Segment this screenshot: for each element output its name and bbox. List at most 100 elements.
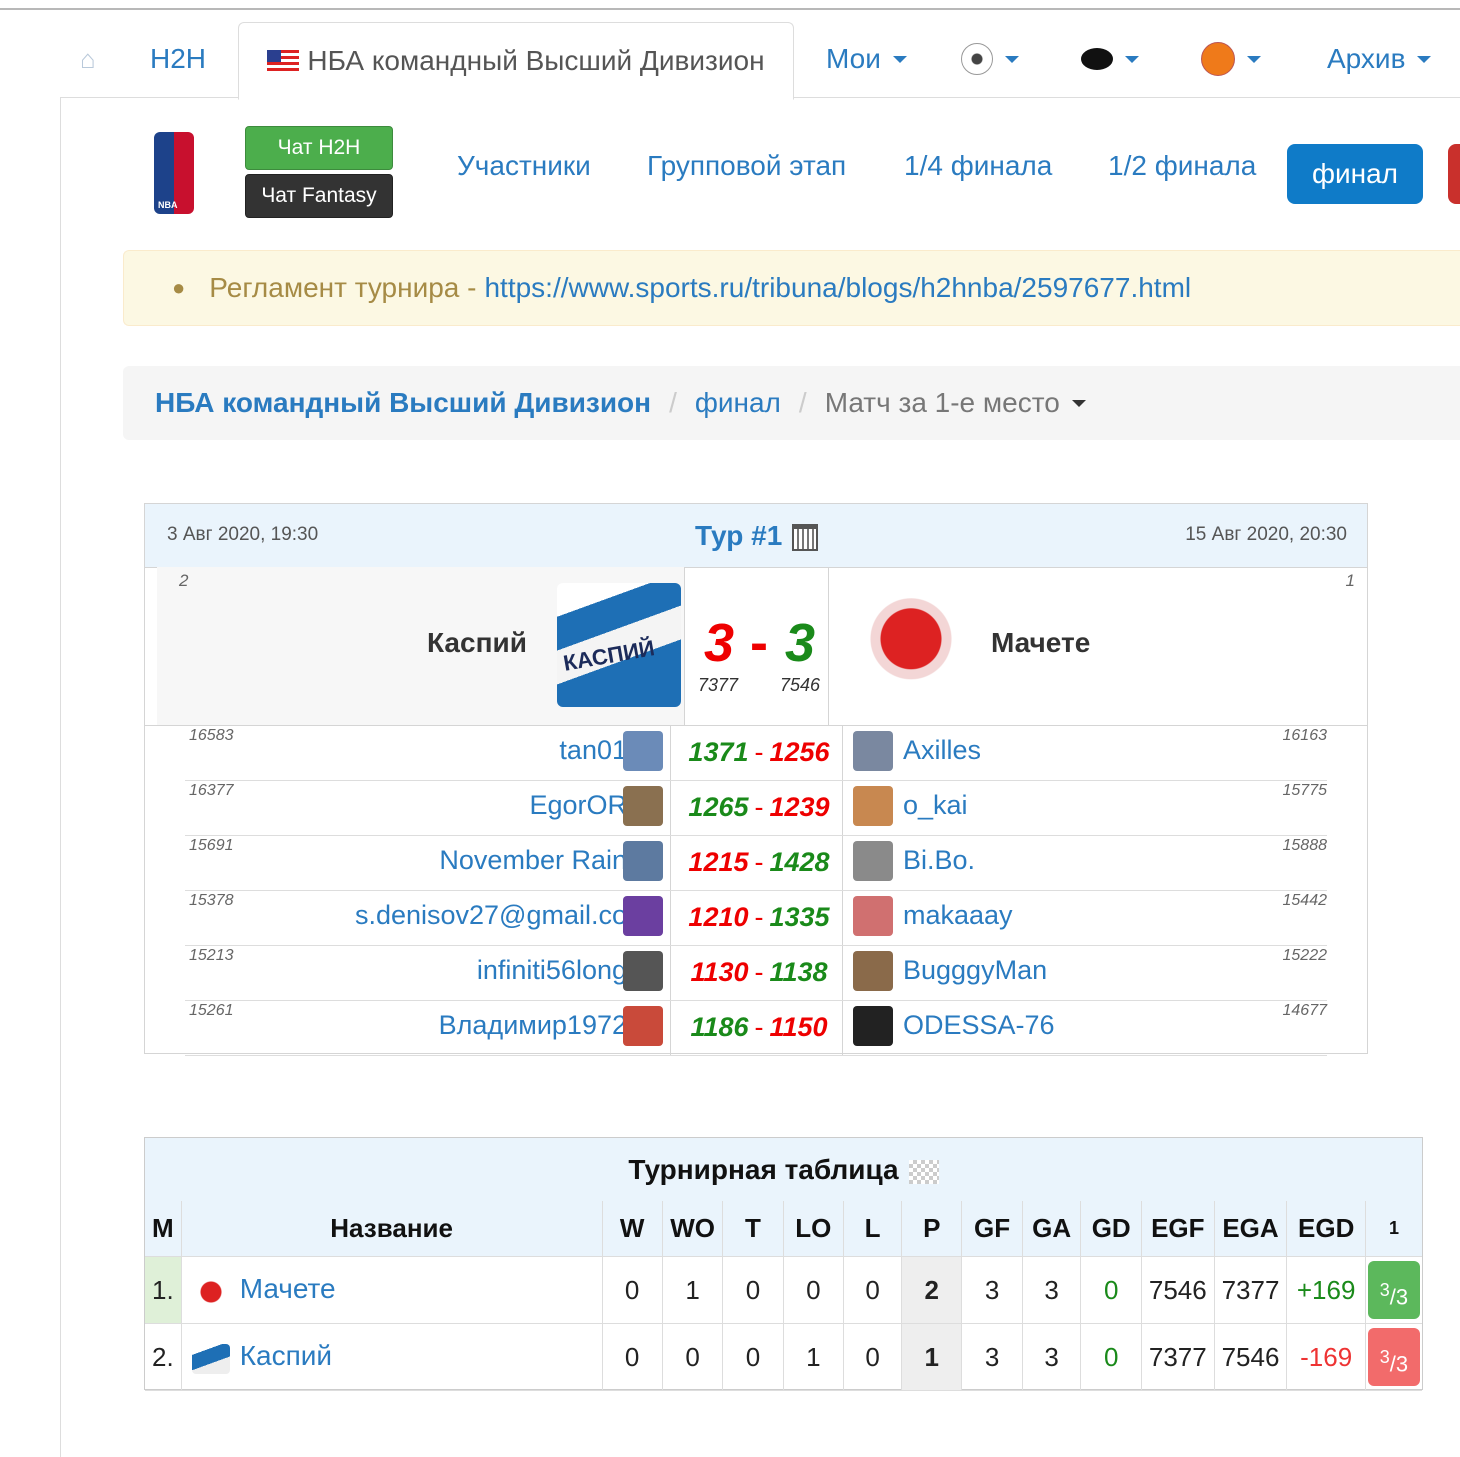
tab-basketball-dropdown[interactable] [1201, 20, 1261, 98]
column-header[interactable]: М [145, 1201, 182, 1257]
left-avatar[interactable] [623, 731, 663, 771]
match-card: 3 Авг 2020, 19:30 Тур #1 15 Авг 2020, 20… [144, 503, 1368, 1056]
badge-denominator: 3 [1395, 1284, 1409, 1310]
column-header[interactable]: EGA [1214, 1201, 1288, 1257]
column-header[interactable]: GD [1080, 1201, 1142, 1257]
right-player-link[interactable]: ODESSA-76 [903, 1010, 1055, 1041]
column-header[interactable]: LO [783, 1201, 845, 1257]
left-avatar[interactable] [623, 786, 663, 826]
table-row: 2. Каспий 0 0 0 1 0 1 3 3 0 7377 7546 -169 3/3 [145, 1323, 1422, 1391]
right-avatar[interactable] [853, 786, 893, 826]
position-cell: 2. [145, 1323, 182, 1391]
tab-active-division[interactable]: НБА командный Высший Дивизион [238, 22, 794, 100]
right-avatar[interactable] [853, 896, 893, 936]
left-score: 1210 [688, 902, 749, 932]
column-header[interactable]: GA [1022, 1201, 1082, 1257]
away-team-name[interactable]: Мачете [991, 627, 1090, 659]
breadcrumb-stage[interactable]: финал [695, 387, 781, 419]
left-player-link[interactable]: EgorOR [529, 790, 627, 821]
standings-card: Турнирная таблица М Название W WO T LO L P GF GA G… [144, 1137, 1423, 1391]
left-player-link[interactable]: s.denisov27@gmail.co [355, 900, 627, 931]
stat-cell-ega: 7546 [1214, 1323, 1288, 1391]
column-header[interactable]: EGF [1141, 1201, 1215, 1257]
left-player-link[interactable]: infiniti56long [477, 955, 627, 986]
column-header[interactable]: 1 [1365, 1201, 1422, 1257]
pair-score: 1186-1150 [683, 1012, 835, 1043]
left-avatar[interactable] [623, 1006, 663, 1046]
column-header[interactable]: EGD [1286, 1201, 1366, 1257]
stage-quarterfinal[interactable]: 1/4 финала [904, 150, 1052, 182]
right-avatar[interactable] [853, 731, 893, 771]
away-total: 7546 [780, 675, 821, 695]
left-player-link[interactable]: November Rain [439, 845, 627, 876]
tab-moi-dropdown[interactable]: Мои [826, 20, 907, 98]
chat-h2h-button[interactable]: Чат H2H [245, 126, 393, 170]
chat-fantasy-button[interactable]: Чат Fantasy [245, 174, 393, 218]
right-score: 1150 [769, 1012, 828, 1042]
stat-cell-lo: 0 [783, 1256, 845, 1324]
form-badge[interactable]: 3/3 [1367, 1328, 1420, 1386]
tab-soccer-dropdown[interactable] [961, 20, 1019, 98]
team-cell[interactable]: Мачете [181, 1256, 603, 1324]
left-rating: 16583 [189, 727, 234, 744]
home-icon[interactable]: ⌂ [80, 20, 96, 98]
team-cell[interactable]: Каспий [181, 1323, 603, 1391]
kaspiy-team-logo[interactable] [557, 583, 681, 707]
right-player-link[interactable]: makaaay [903, 900, 1013, 931]
column-header[interactable]: WO [662, 1201, 724, 1257]
right-avatar[interactable] [853, 951, 893, 991]
chevron-down-icon[interactable] [1071, 399, 1086, 407]
team-link[interactable]: Мачете [240, 1273, 336, 1304]
left-score: 1371 [688, 737, 749, 767]
rules-link[interactable]: https://www.sports.ru/tribuna/blogs/h2hn… [484, 272, 1191, 304]
hockey-puck-icon [1081, 48, 1113, 70]
form-badge[interactable]: 3/3 [1367, 1261, 1420, 1319]
left-rating: 16377 [189, 782, 234, 799]
position-cell: 1. [145, 1256, 182, 1324]
stage-group[interactable]: Групповой этап [647, 150, 846, 182]
stage-semifinal[interactable]: 1/2 финала [1108, 150, 1256, 182]
pair-row: 15378 s.denisov27@gmail.co 1210-1335 makaaa… [185, 890, 1327, 946]
right-score: 1428 [769, 847, 830, 877]
right-rating: 15442 [1282, 892, 1328, 909]
tab-h2h[interactable]: H2H [150, 20, 206, 98]
home-team-panel: 2 Каспий [157, 567, 685, 725]
tab-hockey-dropdown[interactable] [1081, 20, 1139, 98]
right-player-link[interactable]: Bi.Bo. [903, 845, 975, 876]
right-player-link[interactable]: o_kai [903, 790, 968, 821]
column-header[interactable]: GF [961, 1201, 1023, 1257]
pair-score: 1130-1138 [683, 957, 835, 988]
left-score: 1265 [688, 792, 749, 822]
breadcrumb-division[interactable]: НБА командный Высший Дивизион [155, 387, 651, 419]
stage-participants[interactable]: Участники [457, 150, 591, 182]
left-avatar[interactable] [623, 951, 663, 991]
tour-link[interactable]: Тур #1 [695, 520, 819, 552]
home-team-name[interactable]: Каспий [427, 627, 527, 659]
column-header[interactable]: Название [181, 1201, 603, 1257]
top-border [0, 8, 1460, 10]
score-dash: - [754, 847, 764, 877]
column-header[interactable]: L [843, 1201, 903, 1257]
column-header[interactable]: W [602, 1201, 663, 1257]
tab-archive-dropdown[interactable]: Архив [1327, 20, 1432, 98]
right-player-link[interactable]: Axilles [903, 735, 981, 766]
stage-extra-button[interactable] [1448, 144, 1460, 204]
machete-team-logo[interactable] [849, 583, 973, 707]
stage-final[interactable]: финал [1287, 144, 1423, 204]
left-player-link[interactable]: Владимир1972 [439, 1010, 627, 1041]
stat-cell-egd: +169 [1286, 1256, 1366, 1324]
tab-archive-label: Архив [1327, 43, 1406, 74]
chevron-down-icon [1247, 55, 1261, 63]
left-avatar[interactable] [623, 841, 663, 881]
team-link[interactable]: Каспий [240, 1340, 332, 1371]
breadcrumb-match[interactable]: Матч за 1-е место [825, 387, 1060, 419]
column-header[interactable]: T [722, 1201, 784, 1257]
column-header[interactable]: P [901, 1201, 963, 1257]
left-player-link[interactable]: tan01 [559, 735, 627, 766]
right-avatar[interactable] [853, 1006, 893, 1046]
score-dash: - [754, 792, 764, 822]
tab-moi-label: Мои [826, 43, 881, 74]
right-player-link[interactable]: BugggyMan [903, 955, 1047, 986]
right-avatar[interactable] [853, 841, 893, 881]
left-avatar[interactable] [623, 896, 663, 936]
